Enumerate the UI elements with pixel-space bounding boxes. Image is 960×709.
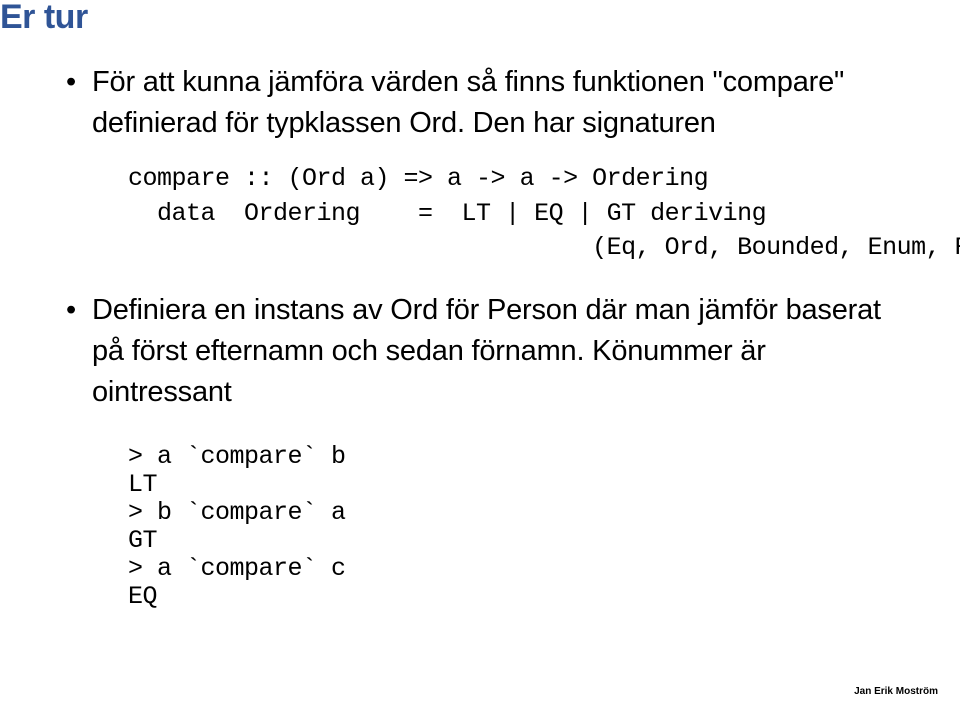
bullet-item: För att kunna jämföra värden så finns fu… <box>64 62 912 266</box>
code-block-signature: compare :: (Ord a) => a -> a -> Ordering… <box>128 162 912 266</box>
bullet-text: För att kunna jämföra värden så finns fu… <box>92 66 844 139</box>
slide-title: Er tur <box>0 0 88 37</box>
bullet-text: Definiera en instans av Ord för Person d… <box>92 294 881 408</box>
bullet-item: Definiera en instans av Ord för Person d… <box>64 290 912 612</box>
footer-author: Jan Erik Moström <box>854 686 938 697</box>
bullet-list: För att kunna jämföra värden så finns fu… <box>64 62 912 611</box>
code-block-example: > a `compare` b LT > b `compare` a GT > … <box>128 443 912 611</box>
slide: Er tur För att kunna jämföra värden så f… <box>0 0 960 709</box>
slide-body: För att kunna jämföra värden så finns fu… <box>64 62 912 625</box>
